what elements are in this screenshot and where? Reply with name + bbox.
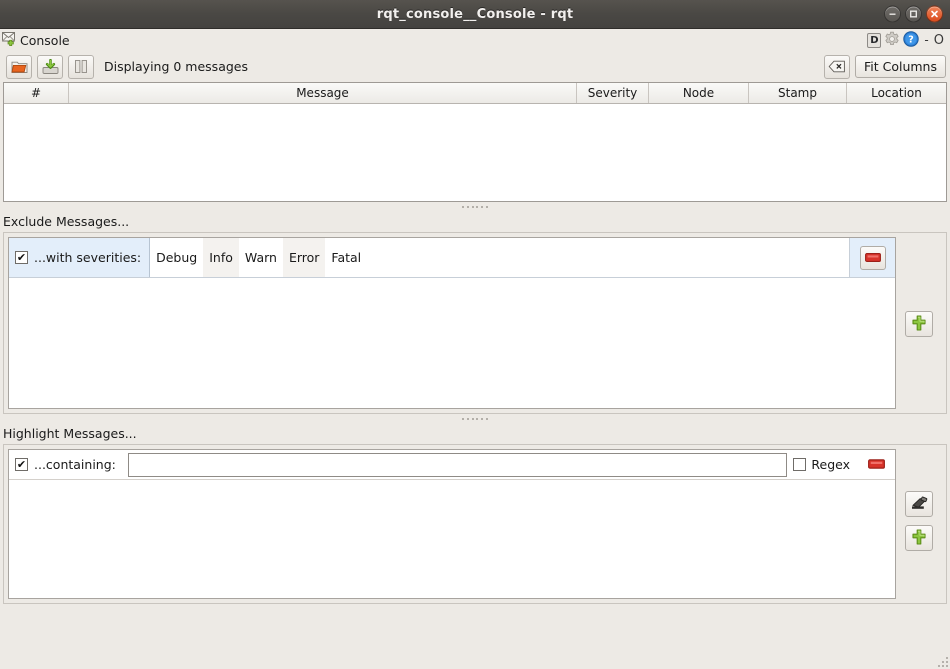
column-header-severity[interactable]: Severity [577, 83, 649, 103]
pause-icon [73, 59, 89, 74]
exclude-filters-group: ✔ ...with severities: Debug Info Warn Er… [3, 232, 947, 414]
exclude-filter-list[interactable]: ✔ ...with severities: Debug Info Warn Er… [8, 237, 896, 409]
exclude-side-buttons [896, 237, 942, 409]
console-toolbar: Displaying 0 messages Fit Columns [0, 51, 950, 82]
minimize-button[interactable] [884, 6, 901, 23]
dock-title-group: Console [2, 31, 70, 49]
fit-columns-button[interactable]: Fit Columns [855, 55, 946, 78]
highlight-regex-label: Regex [811, 457, 850, 472]
column-header-location[interactable]: Location [847, 83, 946, 103]
gear-icon[interactable] [884, 31, 900, 50]
highlight-remove-filter-button[interactable] [865, 455, 887, 475]
severity-option-warn[interactable]: Warn [239, 238, 283, 277]
exclude-severities-checkbox[interactable]: ✔ [15, 251, 28, 264]
exclude-severities-checkbox-cell: ✔ [9, 238, 28, 277]
help-icon[interactable]: ? [903, 31, 919, 50]
splitter-handle-top[interactable] [0, 202, 950, 213]
save-disk-icon [42, 59, 59, 75]
open-folder-icon [11, 59, 28, 74]
severity-option-error[interactable]: Error [283, 238, 325, 277]
highlight-marker-button[interactable] [905, 491, 933, 517]
message-table-body[interactable] [4, 104, 946, 201]
splitter-handle-bottom[interactable] [0, 414, 950, 425]
dock-close-button[interactable]: O [934, 33, 946, 48]
open-log-button[interactable] [6, 55, 32, 79]
severity-options-list[interactable]: Debug Info Warn Error Fatal [150, 238, 849, 277]
dock-title-label: Console [20, 33, 70, 48]
highlight-filter-list[interactable]: ✔ ...containing: Regex [8, 449, 896, 599]
close-button[interactable] [926, 6, 943, 23]
severity-option-info[interactable]: Info [203, 238, 239, 277]
window-controls [884, 6, 943, 23]
highlight-add-filter-button[interactable] [905, 525, 933, 551]
highlight-containing-input[interactable] [128, 453, 788, 477]
minus-icon [865, 251, 881, 265]
message-table[interactable]: # Message Severity Node Stamp Location [3, 82, 947, 202]
exclude-filter-row-severities[interactable]: ✔ ...with severities: Debug Info Warn Er… [9, 238, 895, 278]
plus-icon [911, 315, 927, 334]
column-header-message[interactable]: Message [69, 83, 577, 103]
severity-list-filler [367, 238, 849, 277]
highlight-containing-checkbox[interactable]: ✔ [15, 458, 28, 471]
svg-text:?: ? [909, 34, 915, 45]
plus-icon [911, 529, 927, 548]
highlight-regex-checkbox[interactable] [793, 458, 806, 471]
message-add-icon [2, 31, 18, 49]
severity-option-fatal[interactable]: Fatal [325, 238, 367, 277]
clear-backspace-icon [828, 60, 846, 73]
severity-option-debug[interactable]: Debug [150, 238, 203, 277]
highlight-remove-cell [857, 450, 895, 479]
dock-d-button[interactable]: D [867, 33, 881, 48]
exclude-section-label: Exclude Messages... [0, 213, 950, 232]
exclude-add-filter-button[interactable] [905, 311, 933, 337]
highlight-filter-row-containing[interactable]: ✔ ...containing: Regex [9, 450, 895, 480]
exclude-remove-filter-button[interactable] [860, 246, 886, 270]
dock-tool-buttons: D ? - O [867, 31, 946, 50]
highlight-containing-checkbox-cell: ✔ [9, 450, 28, 479]
highlight-filters-group: ✔ ...containing: Regex [3, 444, 947, 604]
highlight-section-label: Highlight Messages... [0, 425, 950, 444]
exclude-remove-cell [849, 238, 895, 277]
message-table-header: # Message Severity Node Stamp Location [4, 83, 946, 104]
column-header-index[interactable]: # [4, 83, 69, 103]
maximize-button[interactable] [905, 6, 922, 23]
highlight-side-buttons [896, 449, 942, 599]
resize-grip[interactable] [935, 654, 948, 667]
exclude-severities-label: ...with severities: [28, 238, 149, 277]
highlight-containing-label: ...containing: [28, 450, 124, 479]
highlighter-icon [910, 496, 928, 513]
window-titlebar: rqt_console__Console - rqt [0, 0, 950, 29]
status-text: Displaying 0 messages [104, 59, 248, 74]
column-header-stamp[interactable]: Stamp [749, 83, 847, 103]
minus-icon [868, 458, 885, 472]
save-log-button[interactable] [37, 55, 63, 79]
dock-float-button[interactable]: - [922, 33, 930, 47]
window-title: rqt_console__Console - rqt [377, 7, 574, 22]
clear-messages-button[interactable] [824, 55, 850, 79]
dock-widget-header: Console D ? - O [0, 29, 950, 51]
column-header-node[interactable]: Node [649, 83, 749, 103]
highlight-regex-group: Regex [791, 450, 857, 479]
pause-button[interactable] [68, 55, 94, 79]
